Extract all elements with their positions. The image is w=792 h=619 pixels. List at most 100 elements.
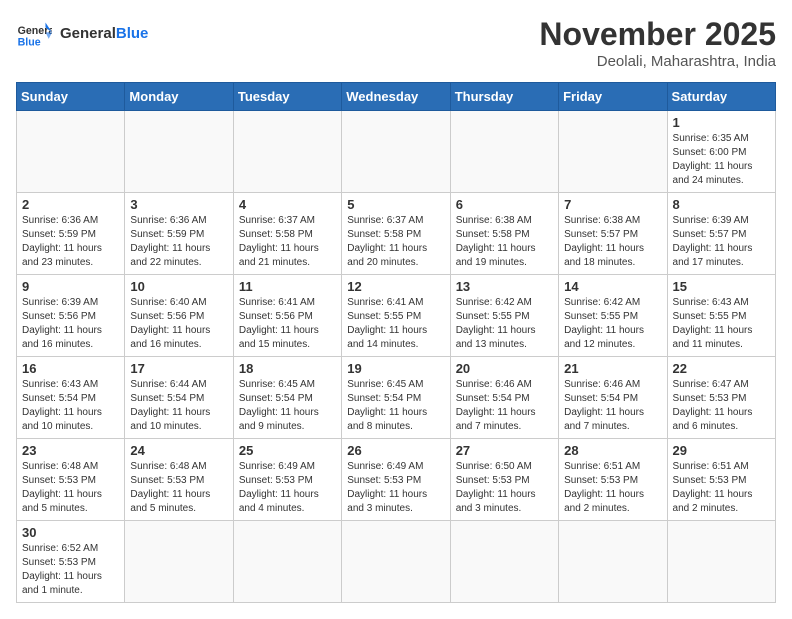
day-info: Sunrise: 6:49 AM Sunset: 5:53 PM Dayligh… bbox=[239, 460, 336, 516]
day-info: Sunrise: 6:46 AM Sunset: 5:54 PM Dayligh… bbox=[456, 378, 553, 434]
day-info: Sunrise: 6:41 AM Sunset: 5:55 PM Dayligh… bbox=[347, 296, 444, 352]
day-number: 19 bbox=[347, 361, 444, 376]
calendar-cell: 3Sunrise: 6:36 AM Sunset: 5:59 PM Daylig… bbox=[125, 193, 233, 275]
day-info: Sunrise: 6:50 AM Sunset: 5:53 PM Dayligh… bbox=[456, 460, 553, 516]
calendar-cell: 4 Sunrise: 6:37 AM Sunset: 5:58 PM Daylig… bbox=[233, 193, 341, 275]
calendar-cell: 8Sunrise: 6:39 AM Sunset: 5:57 PM Daylig… bbox=[667, 193, 775, 275]
weekday-header-wednesday: Wednesday bbox=[342, 83, 450, 111]
weekday-header-sunday: Sunday bbox=[17, 83, 125, 111]
day-info: Sunrise: 6:52 AM Sunset: 5:53 PM Dayligh… bbox=[22, 542, 119, 598]
day-number: 8 bbox=[673, 197, 770, 212]
day-number: 14 bbox=[564, 279, 661, 294]
day-info: Sunrise: 6:48 AM Sunset: 5:53 PM Dayligh… bbox=[22, 460, 119, 516]
weekday-header-thursday: Thursday bbox=[450, 83, 558, 111]
calendar-cell: 16Sunrise: 6:43 AM Sunset: 5:54 PM Dayli… bbox=[17, 357, 125, 439]
calendar-week-4: 23 Sunrise: 6:48 AM Sunset: 5:53 PM Dayli… bbox=[17, 439, 776, 521]
calendar-cell bbox=[450, 521, 558, 603]
day-number: 26 bbox=[347, 443, 444, 458]
day-info: Sunrise: 6:41 AM Sunset: 5:56 PM Dayligh… bbox=[239, 296, 336, 352]
day-number: 6 bbox=[456, 197, 553, 212]
logo-icon: General Blue bbox=[16, 16, 52, 52]
calendar-cell: 24 Sunrise: 6:48 AM Sunset: 5:53 PM Dayli… bbox=[125, 439, 233, 521]
day-info: Sunrise: 6:39 AM Sunset: 5:56 PM Dayligh… bbox=[22, 296, 119, 352]
calendar-cell: 13Sunrise: 6:42 AM Sunset: 5:55 PM Dayli… bbox=[450, 275, 558, 357]
calendar-cell: 26 Sunrise: 6:49 AM Sunset: 5:53 PM Dayli… bbox=[342, 439, 450, 521]
day-info: Sunrise: 6:37 AM Sunset: 5:58 PM Dayligh… bbox=[347, 214, 444, 270]
calendar-cell: 23 Sunrise: 6:48 AM Sunset: 5:53 PM Dayli… bbox=[17, 439, 125, 521]
day-info: Sunrise: 6:47 AM Sunset: 5:53 PM Dayligh… bbox=[673, 378, 770, 434]
day-number: 16 bbox=[22, 361, 119, 376]
day-info: Sunrise: 6:43 AM Sunset: 5:55 PM Dayligh… bbox=[673, 296, 770, 352]
day-info: Sunrise: 6:42 AM Sunset: 5:55 PM Dayligh… bbox=[456, 296, 553, 352]
weekday-header-friday: Friday bbox=[559, 83, 667, 111]
calendar-cell: 1 Sunrise: 6:35 AM Sunset: 6:00 PM Daylig… bbox=[667, 111, 775, 193]
calendar-cell bbox=[342, 521, 450, 603]
calendar-week-1: 2 Sunrise: 6:36 AM Sunset: 5:59 PM Daylig… bbox=[17, 193, 776, 275]
svg-text:Blue: Blue bbox=[18, 36, 41, 48]
day-number: 2 bbox=[22, 197, 119, 212]
title-block: November 2025 Deolali, Maharashtra, Indi… bbox=[539, 16, 776, 70]
logo: General Blue GeneralBlue bbox=[16, 16, 148, 52]
logo-blue: Blue bbox=[116, 25, 149, 42]
calendar-cell bbox=[342, 111, 450, 193]
calendar-cell: 21Sunrise: 6:46 AM Sunset: 5:54 PM Dayli… bbox=[559, 357, 667, 439]
logo-general: General bbox=[60, 25, 116, 42]
calendar-cell: 6 Sunrise: 6:38 AM Sunset: 5:58 PM Daylig… bbox=[450, 193, 558, 275]
day-info: Sunrise: 6:38 AM Sunset: 5:58 PM Dayligh… bbox=[456, 214, 553, 270]
day-number: 23 bbox=[22, 443, 119, 458]
calendar-week-0: 1 Sunrise: 6:35 AM Sunset: 6:00 PM Daylig… bbox=[17, 111, 776, 193]
calendar-cell: 15 Sunrise: 6:43 AM Sunset: 5:55 PM Dayli… bbox=[667, 275, 775, 357]
page-header: General Blue GeneralBlue November 2025 D… bbox=[16, 16, 776, 70]
calendar-cell: 11Sunrise: 6:41 AM Sunset: 5:56 PM Dayli… bbox=[233, 275, 341, 357]
calendar-week-2: 9Sunrise: 6:39 AM Sunset: 5:56 PM Daylig… bbox=[17, 275, 776, 357]
day-number: 15 bbox=[673, 279, 770, 294]
day-info: Sunrise: 6:48 AM Sunset: 5:53 PM Dayligh… bbox=[130, 460, 227, 516]
day-info: Sunrise: 6:36 AM Sunset: 5:59 PM Dayligh… bbox=[22, 214, 119, 270]
month-title: November 2025 bbox=[539, 16, 776, 53]
calendar-cell bbox=[559, 521, 667, 603]
day-number: 21 bbox=[564, 361, 661, 376]
day-number: 22 bbox=[673, 361, 770, 376]
day-number: 4 bbox=[239, 197, 336, 212]
day-number: 20 bbox=[456, 361, 553, 376]
day-number: 29 bbox=[673, 443, 770, 458]
calendar-cell: 20 Sunrise: 6:46 AM Sunset: 5:54 PM Dayli… bbox=[450, 357, 558, 439]
day-number: 1 bbox=[673, 115, 770, 130]
calendar-cell: 2 Sunrise: 6:36 AM Sunset: 5:59 PM Daylig… bbox=[17, 193, 125, 275]
calendar-cell: 27 Sunrise: 6:50 AM Sunset: 5:53 PM Dayli… bbox=[450, 439, 558, 521]
day-number: 12 bbox=[347, 279, 444, 294]
day-number: 25 bbox=[239, 443, 336, 458]
calendar-cell: 29 Sunrise: 6:51 AM Sunset: 5:53 PM Dayli… bbox=[667, 439, 775, 521]
calendar-cell bbox=[125, 111, 233, 193]
day-info: Sunrise: 6:36 AM Sunset: 5:59 PM Dayligh… bbox=[130, 214, 227, 270]
day-info: Sunrise: 6:45 AM Sunset: 5:54 PM Dayligh… bbox=[347, 378, 444, 434]
day-info: Sunrise: 6:51 AM Sunset: 5:53 PM Dayligh… bbox=[673, 460, 770, 516]
day-number: 24 bbox=[130, 443, 227, 458]
calendar-cell bbox=[125, 521, 233, 603]
day-number: 28 bbox=[564, 443, 661, 458]
day-info: Sunrise: 6:42 AM Sunset: 5:55 PM Dayligh… bbox=[564, 296, 661, 352]
location: Deolali, Maharashtra, India bbox=[539, 53, 776, 70]
calendar-cell bbox=[233, 111, 341, 193]
day-info: Sunrise: 6:37 AM Sunset: 5:58 PM Dayligh… bbox=[239, 214, 336, 270]
calendar-cell: 28Sunrise: 6:51 AM Sunset: 5:53 PM Dayli… bbox=[559, 439, 667, 521]
day-info: Sunrise: 6:49 AM Sunset: 5:53 PM Dayligh… bbox=[347, 460, 444, 516]
calendar-cell bbox=[17, 111, 125, 193]
calendar-cell: 22 Sunrise: 6:47 AM Sunset: 5:53 PM Dayli… bbox=[667, 357, 775, 439]
day-info: Sunrise: 6:38 AM Sunset: 5:57 PM Dayligh… bbox=[564, 214, 661, 270]
weekday-header-monday: Monday bbox=[125, 83, 233, 111]
calendar-cell: 19 Sunrise: 6:45 AM Sunset: 5:54 PM Dayli… bbox=[342, 357, 450, 439]
day-info: Sunrise: 6:40 AM Sunset: 5:56 PM Dayligh… bbox=[130, 296, 227, 352]
weekday-header-tuesday: Tuesday bbox=[233, 83, 341, 111]
calendar-cell bbox=[450, 111, 558, 193]
day-number: 27 bbox=[456, 443, 553, 458]
day-number: 10 bbox=[130, 279, 227, 294]
calendar-cell: 9Sunrise: 6:39 AM Sunset: 5:56 PM Daylig… bbox=[17, 275, 125, 357]
day-info: Sunrise: 6:35 AM Sunset: 6:00 PM Dayligh… bbox=[673, 132, 770, 188]
day-info: Sunrise: 6:45 AM Sunset: 5:54 PM Dayligh… bbox=[239, 378, 336, 434]
calendar-cell bbox=[233, 521, 341, 603]
calendar-cell: 17Sunrise: 6:44 AM Sunset: 5:54 PM Dayli… bbox=[125, 357, 233, 439]
calendar-week-5: 30Sunrise: 6:52 AM Sunset: 5:53 PM Dayli… bbox=[17, 521, 776, 603]
day-number: 7 bbox=[564, 197, 661, 212]
weekday-header-row: SundayMondayTuesdayWednesdayThursdayFrid… bbox=[17, 83, 776, 111]
